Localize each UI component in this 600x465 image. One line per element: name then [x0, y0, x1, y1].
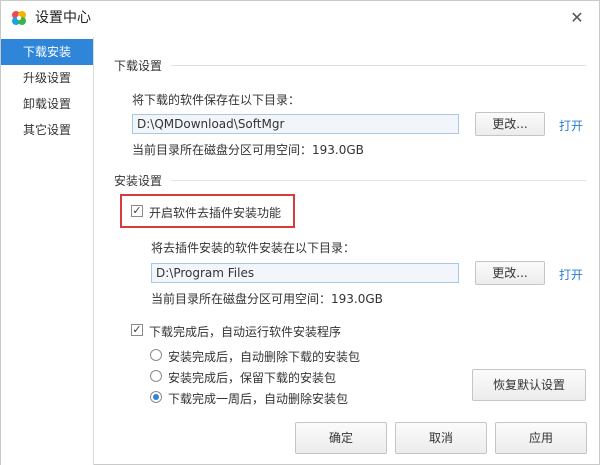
install-section-header: 安装设置: [114, 174, 163, 188]
auto-run-checkbox[interactable]: ✓: [131, 324, 143, 336]
install-section-divider: [171, 180, 586, 181]
download-section-divider: [171, 65, 586, 66]
radio-delete-after-week-label: 下载完成一周后，自动删除安装包: [168, 392, 349, 406]
radio-keep-after-install[interactable]: [150, 370, 162, 382]
radio-delete-after-install-label: 安装完成后，自动删除下载的安装包: [168, 350, 361, 364]
radio-keep-after-install-label: 安装完成后，保留下载的安装包: [168, 371, 337, 385]
radio-delete-after-install[interactable]: [150, 349, 162, 361]
plugin-free-label: 开启软件去插件安装功能: [149, 206, 282, 220]
install-dir-label: 将去插件安装的软件安装在以下目录：: [151, 241, 356, 255]
save-dir-input[interactable]: [132, 114, 459, 134]
ok-button[interactable]: 确定: [295, 422, 387, 454]
cancel-button[interactable]: 取消: [395, 422, 487, 454]
checkmark-icon: ✓: [132, 323, 142, 336]
open-save-dir-link[interactable]: 打开: [559, 117, 583, 134]
window-title: 设置中心: [35, 10, 91, 26]
sidebar-item-uninstall[interactable]: 卸载设置: [1, 91, 93, 117]
auto-run-label: 下载完成后，自动运行软件安装程序: [149, 325, 342, 339]
apply-button[interactable]: 应用: [495, 422, 587, 454]
qq-butterfly-logo-icon: [12, 11, 26, 25]
title-bar: 设置中心 ✕: [1, 1, 599, 35]
sidebar-item-upgrade[interactable]: 升级设置: [1, 65, 93, 91]
sidebar-item-other[interactable]: 其它设置: [1, 117, 93, 143]
sidebar-item-download-install[interactable]: 下载安装: [1, 39, 93, 65]
open-install-dir-link[interactable]: 打开: [559, 266, 583, 283]
change-save-dir-button[interactable]: 更改...: [475, 112, 545, 136]
install-dir-input[interactable]: [151, 263, 459, 283]
settings-window: 设置中心 ✕ 下载安装 升级设置 卸载设置 其它设置 下载设置 将下载的软件保存…: [0, 0, 600, 465]
close-icon[interactable]: ✕: [569, 10, 585, 26]
install-dir-free-space: 当前目录所在磁盘分区可用空间：193.0GB: [151, 292, 383, 306]
save-dir-free-space: 当前目录所在磁盘分区可用空间：193.0GB: [132, 143, 364, 157]
radio-delete-after-week[interactable]: [150, 391, 162, 403]
download-section-header: 下载设置: [114, 59, 163, 73]
plugin-free-checkbox[interactable]: ✓: [131, 205, 143, 217]
sidebar-divider: [93, 37, 94, 465]
save-dir-label: 将下载的软件保存在以下目录：: [132, 93, 301, 107]
sidebar: 下载安装 升级设置 卸载设置 其它设置: [1, 37, 93, 465]
change-install-dir-button[interactable]: 更改...: [475, 261, 545, 285]
checkmark-icon: ✓: [132, 204, 142, 217]
restore-defaults-button[interactable]: 恢复默认设置: [472, 369, 586, 401]
